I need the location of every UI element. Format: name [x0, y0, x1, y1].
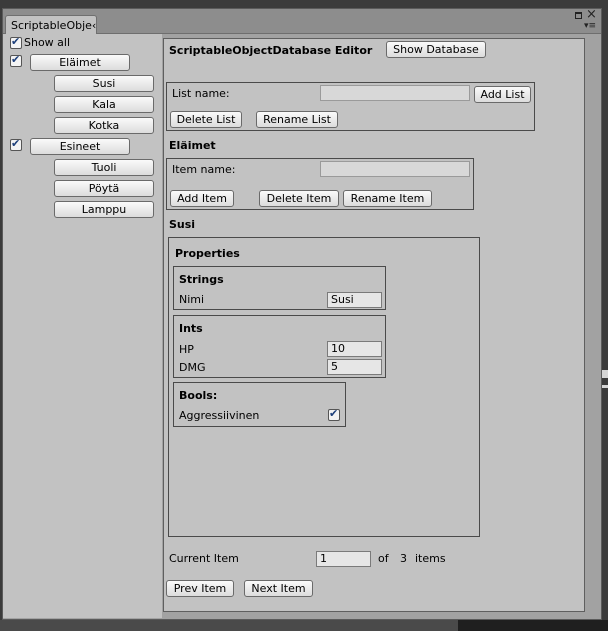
window-tab[interactable]: ScriptableObje‹: [5, 15, 97, 35]
rename-item-button[interactable]: Rename Item: [343, 190, 432, 207]
delete-list-button[interactable]: Delete List: [170, 111, 242, 128]
list-name-label: List name:: [172, 87, 230, 100]
delete-item-button[interactable]: Delete Item: [259, 190, 339, 207]
int-field-dmg[interactable]: 5: [327, 359, 382, 375]
ints-title: Ints: [179, 322, 203, 335]
tree-item-poyta[interactable]: Pöytä: [54, 180, 154, 197]
item-total: 3: [400, 552, 407, 565]
add-item-button[interactable]: Add Item: [170, 190, 234, 207]
bool-label-aggressiivinen: Aggressiivinen: [179, 409, 260, 422]
group-elaimet-checkbox[interactable]: [10, 53, 22, 67]
tree-item-tuoli[interactable]: Tuoli: [54, 159, 154, 176]
item-name-input[interactable]: [320, 161, 470, 177]
bools-title: Bools:: [179, 389, 218, 402]
current-item-label: Current Item: [169, 552, 239, 565]
group-esineet-button[interactable]: Esineet: [30, 138, 130, 155]
next-item-button[interactable]: Next Item: [244, 580, 313, 597]
tree-item-kotka[interactable]: Kotka: [54, 117, 154, 134]
show-all-checkbox[interactable]: [10, 35, 22, 49]
add-list-button[interactable]: Add List: [474, 86, 531, 103]
of-label: of: [378, 552, 389, 565]
list-name-input[interactable]: [320, 85, 470, 101]
bool-checkbox-aggressiivinen[interactable]: [328, 407, 340, 421]
group-elaimet-button[interactable]: Eläimet: [30, 54, 130, 71]
int-label-hp: HP: [179, 343, 194, 356]
string-field-nimi[interactable]: Susi: [327, 292, 382, 308]
tree-item-susi[interactable]: Susi: [54, 75, 154, 92]
tree-item-lamppu[interactable]: Lamppu: [54, 201, 154, 218]
current-list-title: Eläimet: [169, 139, 216, 152]
properties-title: Properties: [175, 247, 240, 260]
string-label-nimi: Nimi: [179, 293, 205, 306]
maximize-icon[interactable]: [575, 12, 582, 19]
close-icon[interactable]: ×: [586, 8, 597, 21]
background-detail: [602, 370, 608, 378]
background-area: [0, 620, 458, 631]
int-field-hp[interactable]: 10: [327, 341, 382, 357]
current-item-title: Susi: [169, 218, 196, 231]
group-esineet-checkbox[interactable]: [10, 137, 22, 151]
int-label-dmg: DMG: [179, 361, 206, 374]
item-name-label: Item name:: [172, 163, 236, 176]
current-item-input[interactable]: 1: [316, 551, 371, 567]
context-menu-icon[interactable]: ▾≡: [584, 22, 596, 31]
show-database-button[interactable]: Show Database: [386, 41, 486, 58]
rename-list-button[interactable]: Rename List: [256, 111, 338, 128]
editor-title: ScriptableObjectDatabase Editor: [169, 44, 373, 57]
background-area-dark: [458, 620, 608, 631]
tree-item-kala[interactable]: Kala: [54, 96, 154, 113]
background-detail: [602, 385, 608, 388]
show-all-label: Show all: [24, 36, 71, 49]
items-label: items: [415, 552, 446, 565]
strings-title: Strings: [179, 273, 224, 286]
prev-item-button[interactable]: Prev Item: [166, 580, 234, 597]
